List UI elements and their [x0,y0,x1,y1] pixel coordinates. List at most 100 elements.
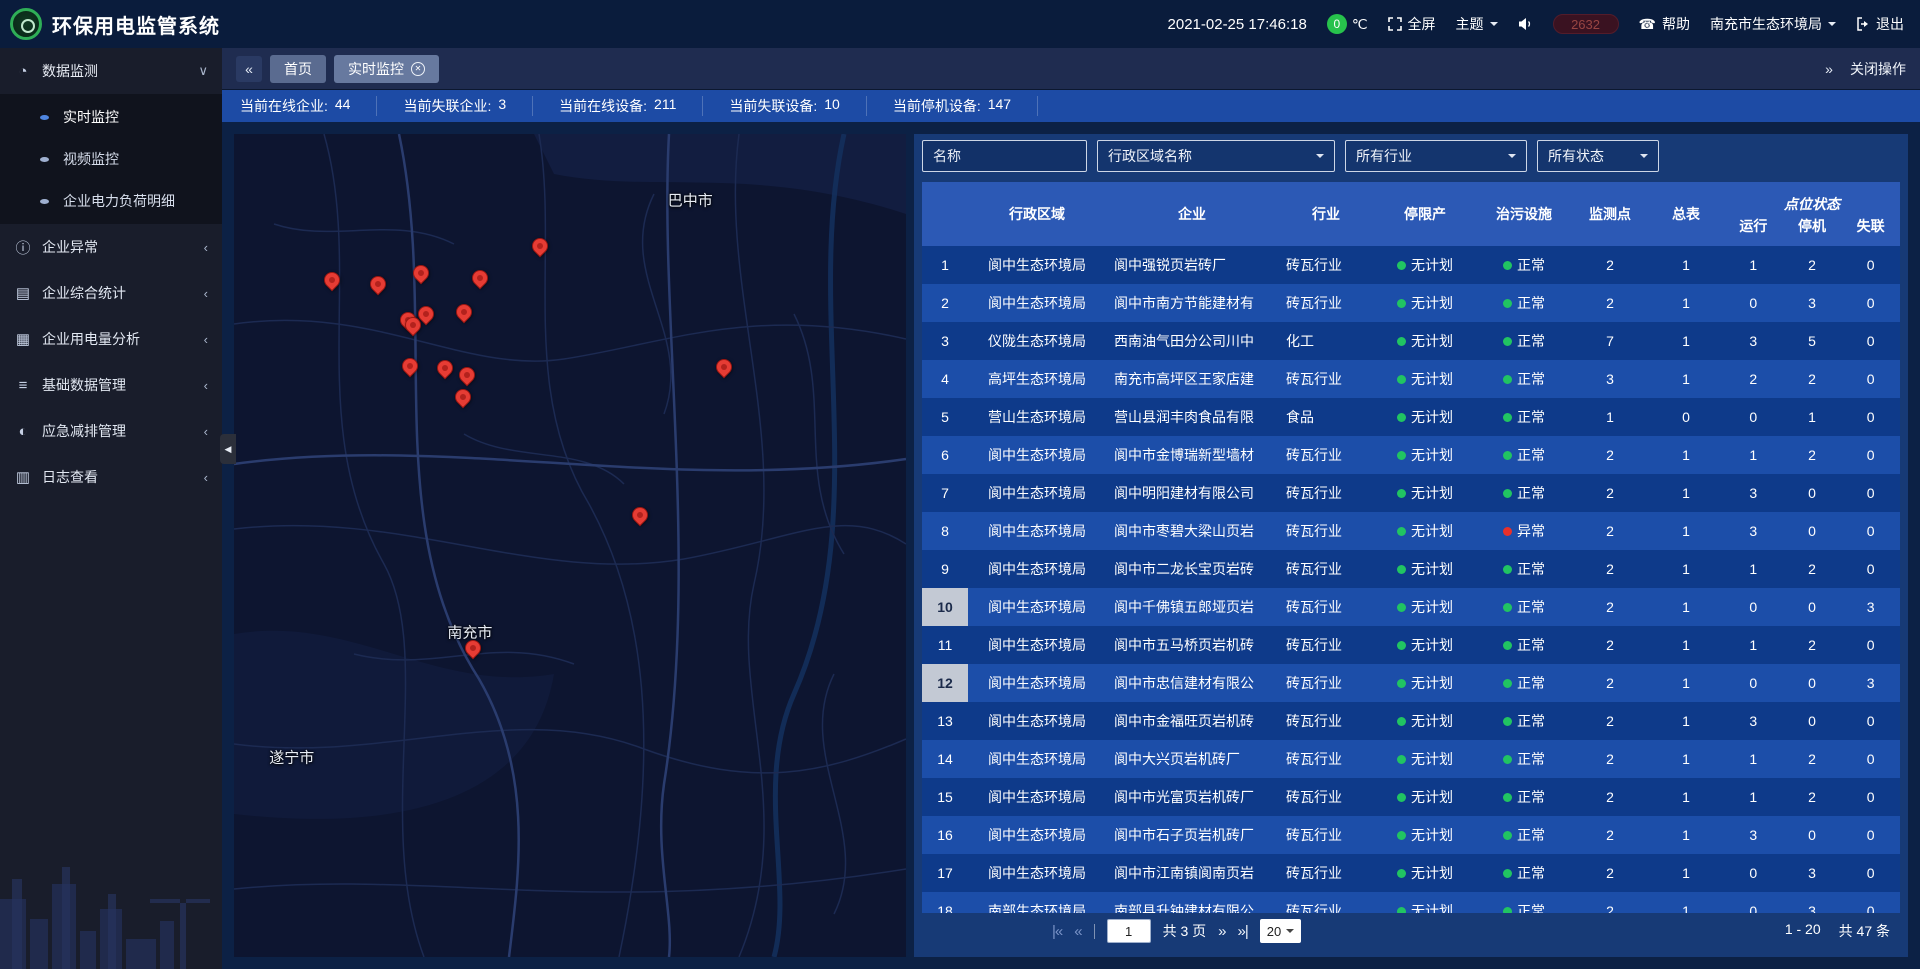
map[interactable]: 巴中市 南充市 遂宁市 [234,134,906,957]
cell-total-meter: 1 [1648,322,1724,360]
table-row[interactable]: 16 阆中生态环境局 阆中市石子页岩机砖厂 砖瓦行业 无计划 正常 2 1 3 [922,816,1900,854]
table-row[interactable]: 11 阆中生态环境局 阆中市五马桥页岩机砖 砖瓦行业 无计划 正常 2 1 1 [922,626,1900,664]
table-row[interactable]: 18 南部生态环境局 南部县升钟建材有限公 砖瓦行业 无计划 正常 2 1 0 [922,892,1900,913]
cell-company: 阆中市南方节能建材有 [1106,284,1278,322]
next-page-button[interactable]: » [1218,923,1225,940]
table-row[interactable]: 10 阆中生态环境局 阆中千佛镇五郎垭页岩 砖瓦行业 无计划 正常 2 1 0 [922,588,1900,626]
cell-region: 高坪生态环境局 [968,360,1106,398]
cell-index: 2 [922,284,968,322]
close-icon[interactable]: ✕ [411,62,425,76]
theme-dropdown[interactable]: 主题 [1456,14,1498,34]
status-dot-icon [1397,413,1406,422]
tab-realtime-monitoring[interactable]: 实时监控 ✕ [334,55,439,83]
table-row[interactable]: 12 阆中生态环境局 阆中市忠信建材有限公 砖瓦行业 无计划 正常 2 1 0 [922,664,1900,702]
table-row[interactable]: 5 营山生态环境局 营山县润丰肉食品有限 食品 无计划 正常 1 0 0 1 [922,398,1900,436]
cell-running: 1 [1724,436,1783,474]
cell-index: 9 [922,550,968,588]
cell-industry: 化工 [1278,322,1374,360]
app-title: 环保用电监管系统 [52,10,220,39]
table-row[interactable]: 4 高坪生态环境局 南充市高坪区王家店建 砖瓦行业 无计划 正常 3 1 2 [922,360,1900,398]
industry-filter-value: 所有行业 [1356,146,1412,166]
cell-region: 阆中生态环境局 [968,702,1106,740]
org-dropdown[interactable]: 南充市生态环境局 [1710,14,1836,34]
cell-facility-status: 正常 [1476,436,1572,474]
cell-disconnected: 0 [1841,550,1900,588]
cell-index: 14 [922,740,968,778]
page-number-input[interactable] [1107,919,1151,943]
tab-bar: « 首页 实时监控 ✕ » 关闭操作 [222,48,1920,90]
sidebar-item[interactable]: ◐ 应急减排管理 ‹ [0,408,222,454]
logout-button[interactable]: 退出 [1856,14,1904,34]
sidebar-subitem[interactable]: 企业电力负荷明细 [0,180,222,222]
prev-page-button[interactable]: « [1074,923,1081,940]
cell-running: 3 [1724,512,1783,550]
table-row[interactable]: 13 阆中生态环境局 阆中市金福旺页岩机砖 砖瓦行业 无计划 正常 2 1 3 [922,702,1900,740]
cell-disconnected: 0 [1841,360,1900,398]
table-row[interactable]: 8 阆中生态环境局 阆中市枣碧大梁山页岩 砖瓦行业 无计划 异常 2 1 3 [922,512,1900,550]
cell-stopped: 0 [1783,588,1842,626]
datetime-label: 2021-02-25 17:46:18 [1168,16,1307,33]
cell-facility-status: 正常 [1476,664,1572,702]
sidebar-item[interactable]: ▤ 企业综合统计 ‹ [0,270,222,316]
cell-monitor-points: 2 [1572,474,1648,512]
chevron-down-icon [1828,22,1836,30]
cell-industry: 砖瓦行业 [1278,360,1374,398]
cell-stopped: 2 [1783,246,1842,284]
sidebar-item[interactable]: ≡ 基础数据管理 ‹ [0,362,222,408]
table-row[interactable]: 15 阆中生态环境局 阆中市光富页岩机砖厂 砖瓦行业 无计划 正常 2 1 1 [922,778,1900,816]
stat-label: 当前在线企业: [240,96,328,116]
cell-monitor-points: 2 [1572,246,1648,284]
map-collapse-button[interactable]: ◀ [220,434,236,464]
sidebar-subitem[interactable]: 实时监控 [0,96,222,138]
close-operations-button[interactable]: 关闭操作 [1850,59,1906,79]
table-row[interactable]: 9 阆中生态环境局 阆中市二龙长宝页岩砖 砖瓦行业 无计划 正常 2 1 1 [922,550,1900,588]
cell-limit-status: 无计划 [1374,436,1476,474]
industry-filter-select[interactable]: 所有行业 [1345,140,1527,172]
speaker-button[interactable] [1518,17,1533,31]
page-size-select[interactable]: 20 [1260,919,1301,943]
table-row[interactable]: 2 阆中生态环境局 阆中市南方节能建材有 砖瓦行业 无计划 正常 2 1 0 [922,284,1900,322]
filter-bar: 行政区域名称 所有行业 所有状态 [922,140,1900,174]
cell-stopped: 2 [1783,778,1842,816]
bullet-icon [40,115,49,120]
cell-disconnected: 0 [1841,816,1900,854]
tab-home[interactable]: 首页 [270,55,326,83]
help-button[interactable]: ☎ 帮助 [1639,14,1690,34]
map-city-label: 巴中市 [668,189,713,210]
table-row[interactable]: 1 阆中生态环境局 阆中强锐页岩砖厂 砖瓦行业 无计划 正常 2 1 1 2 [922,246,1900,284]
sidebar-item[interactable]: ▥ 日志查看 ‹ [0,454,222,500]
cell-limit-status: 无计划 [1374,284,1476,322]
fullscreen-button[interactable]: 全屏 [1388,14,1436,34]
cell-total-meter: 0 [1648,398,1724,436]
stat-label: 当前失联设备: [729,96,817,116]
alert-count-badge[interactable]: 2632 [1553,14,1619,34]
sidebar-item[interactable]: ⓘ 企业异常 ‹ [0,224,222,270]
sidebar-item-icon: ▦ [14,330,32,348]
status-dot-icon [1503,451,1512,460]
sidebar-subitem[interactable]: 视频监控 [0,138,222,180]
fullscreen-label: 全屏 [1408,14,1436,34]
last-page-button[interactable]: »| [1238,923,1248,940]
cell-company: 南充市高坪区王家店建 [1106,360,1278,398]
cell-region: 阆中生态环境局 [968,284,1106,322]
sidebar-item[interactable]: ▦ 企业用电量分析 ‹ [0,316,222,362]
table-row[interactable]: 3 仪陇生态环境局 西南油气田分公司川中 化工 无计划 正常 7 1 3 5 [922,322,1900,360]
table-row[interactable]: 6 阆中生态环境局 阆中市金博瑞新型墙材 砖瓦行业 无计划 正常 2 1 1 [922,436,1900,474]
table-row[interactable]: 7 阆中生态环境局 阆中明阳建材有限公司 砖瓦行业 无计划 正常 2 1 3 [922,474,1900,512]
table-row[interactable]: 14 阆中生态环境局 阆中大兴页岩机砖厂 砖瓦行业 无计划 正常 2 1 1 [922,740,1900,778]
name-filter-input[interactable] [922,140,1087,172]
tabs-scroll-right-button[interactable]: » [1816,56,1842,82]
first-page-button[interactable]: |« [1052,923,1062,940]
cell-stopped: 0 [1783,664,1842,702]
status-filter-select[interactable]: 所有状态 [1537,140,1659,172]
cell-facility-status: 正常 [1476,702,1572,740]
table-row[interactable]: 17 阆中生态环境局 阆中市江南镇阆南页岩 砖瓦行业 无计划 正常 2 1 0 [922,854,1900,892]
region-filter-select[interactable]: 行政区域名称 [1097,140,1335,172]
cell-running: 3 [1724,322,1783,360]
header-facility: 治污设施 [1476,182,1572,246]
cell-monitor-points: 2 [1572,702,1648,740]
tab-home-label: 首页 [284,59,312,79]
status-dot-icon [1503,299,1512,308]
tabs-scroll-left-button[interactable]: « [236,56,262,82]
sidebar-item-data-monitoring[interactable]: ◔ 数据监测 ∨ [0,48,222,94]
